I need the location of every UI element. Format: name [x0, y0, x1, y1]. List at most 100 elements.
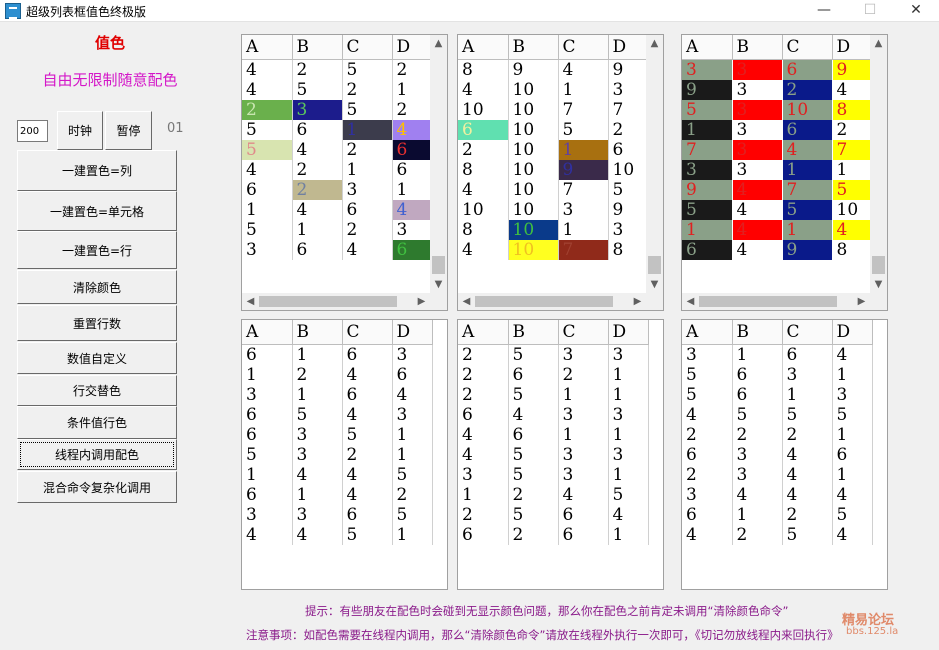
- column-header[interactable]: C: [558, 320, 609, 345]
- scroll-up-icon[interactable]: ▲: [646, 35, 663, 52]
- table-row[interactable]: 4254: [682, 525, 873, 545]
- scroll-down-icon[interactable]: ▼: [430, 276, 447, 293]
- column-header[interactable]: B: [292, 320, 343, 345]
- table-row[interactable]: 8949: [458, 59, 649, 80]
- table-row[interactable]: 4533: [458, 445, 649, 465]
- list-grid-2[interactable]: A B C D 8 9 4 9 4 10 1 3 10 10 7 7 6 10 5 2 2 10 1 6 8 10 9 10 4 10 7 5…: [457, 34, 664, 311]
- table-row[interactable]: 5613: [682, 385, 873, 405]
- scroll-left-icon[interactable]: ◀: [242, 293, 259, 310]
- table-row[interactable]: 5426: [242, 140, 433, 160]
- table-row[interactable]: 5321: [242, 445, 433, 465]
- list-grid-6[interactable]: ABCD316456315613455522216346234134446125…: [681, 319, 888, 590]
- table-row[interactable]: 2511: [458, 385, 649, 405]
- table-row[interactable]: 6163: [242, 344, 433, 365]
- table-row[interactable]: 3365: [242, 505, 433, 525]
- thread-color-button[interactable]: 线程内调用配色: [17, 439, 177, 470]
- horizontal-scroll-thumb[interactable]: [259, 296, 397, 307]
- horizontal-scrollbar[interactable]: ◀ ▶: [242, 293, 430, 310]
- table-row[interactable]: 4 10 7 5: [458, 180, 649, 200]
- column-header[interactable]: C: [342, 35, 393, 60]
- table-row[interactable]: 2221: [682, 425, 873, 445]
- table-row[interactable]: 4252: [242, 59, 433, 80]
- scroll-right-icon[interactable]: ▶: [629, 293, 646, 310]
- table-row[interactable]: 3164: [682, 344, 873, 365]
- table-row[interactable]: 5614: [242, 120, 433, 140]
- column-header[interactable]: A: [242, 320, 293, 345]
- column-header[interactable]: B: [732, 35, 783, 60]
- table-row[interactable]: 6543: [242, 405, 433, 425]
- list-grid-4[interactable]: ABCD616312463164654363515321144561423365…: [241, 319, 448, 590]
- table-row[interactable]: 4216: [242, 160, 433, 180]
- vertical-scroll-thumb[interactable]: [648, 256, 661, 274]
- mixed-command-button[interactable]: 混合命令复杂化调用: [17, 471, 177, 503]
- minimize-button[interactable]: —: [801, 0, 847, 22]
- column-header[interactable]: D: [392, 320, 433, 345]
- column-header[interactable]: D: [608, 320, 649, 345]
- list-grid-1[interactable]: ABCD425245212352561454264216623114645123…: [241, 34, 448, 311]
- table-row[interactable]: 3164: [242, 385, 433, 405]
- column-header[interactable]: D: [832, 320, 873, 345]
- table-row[interactable]: 6498: [682, 240, 873, 260]
- vertical-scrollbar[interactable]: ▲ ▼: [430, 35, 447, 293]
- pause-button[interactable]: 暂停: [105, 111, 152, 150]
- column-header[interactable]: A: [682, 320, 733, 345]
- scroll-left-icon[interactable]: ◀: [458, 293, 475, 310]
- table-row[interactable]: 6 10 5 2: [458, 120, 649, 140]
- scroll-right-icon[interactable]: ▶: [853, 293, 870, 310]
- table-row[interactable]: 7347: [682, 140, 873, 160]
- horizontal-scrollbar[interactable]: ◀ ▶: [682, 293, 870, 310]
- table-row[interactable]: 6433: [458, 405, 649, 425]
- table-row[interactable]: 5631: [682, 365, 873, 385]
- column-header[interactable]: B: [508, 35, 559, 60]
- table-row[interactable]: 2621: [458, 365, 649, 385]
- maximize-button[interactable]: ☐: [847, 0, 893, 22]
- table-row[interactable]: 3531: [458, 465, 649, 485]
- table-row[interactable]: 5123: [242, 220, 433, 240]
- column-header[interactable]: A: [458, 35, 509, 60]
- table-row[interactable]: 6261: [458, 525, 649, 545]
- table-row[interactable]: 5 4 5 10: [682, 200, 873, 220]
- interval-input[interactable]: [17, 120, 48, 142]
- column-header[interactable]: B: [508, 320, 559, 345]
- close-button[interactable]: ✕: [893, 0, 939, 22]
- table-row[interactable]: 3646: [242, 240, 433, 260]
- list-grid-3[interactable]: A B C D 3 3 6 9 9 3 2 4 5 3 10 8 1 3 6 2 7 3 4 7 3 3 1 1 9 4 7 5 5 4 5 10 1 4…: [681, 34, 888, 311]
- column-header[interactable]: A: [682, 35, 733, 60]
- scroll-right-icon[interactable]: ▶: [413, 293, 430, 310]
- table-row[interactable]: 2 10 1 6: [458, 140, 649, 160]
- clear-color-button[interactable]: 清除颜色: [17, 270, 177, 304]
- table-row[interactable]: 10 10 7 7: [458, 100, 649, 120]
- table-row[interactable]: 3311: [682, 160, 873, 180]
- vertical-scroll-thumb[interactable]: [872, 256, 885, 274]
- vertical-scrollbar[interactable]: ▲ ▼: [646, 35, 663, 293]
- table-row[interactable]: 4521: [242, 80, 433, 100]
- horizontal-scroll-thumb[interactable]: [699, 296, 837, 307]
- table-row[interactable]: 6351: [242, 425, 433, 445]
- table-row[interactable]: 6125: [682, 505, 873, 525]
- table-row[interactable]: 6142: [242, 485, 433, 505]
- scroll-down-icon[interactable]: ▼: [870, 276, 887, 293]
- alternate-row-color-button[interactable]: 行交替色: [17, 375, 177, 406]
- reset-rows-button[interactable]: 重置行数: [17, 305, 177, 341]
- column-header[interactable]: A: [458, 320, 509, 345]
- column-header[interactable]: C: [782, 35, 833, 60]
- table-row[interactable]: 2352: [242, 100, 433, 120]
- column-header[interactable]: A: [242, 35, 293, 60]
- horizontal-scroll-thumb[interactable]: [475, 296, 613, 307]
- table-row[interactable]: 2341: [682, 465, 873, 485]
- set-color-column-button[interactable]: 一建置色=列: [17, 150, 177, 191]
- table-row[interactable]: 9475: [682, 180, 873, 200]
- table-row[interactable]: 6231: [242, 180, 433, 200]
- custom-values-button[interactable]: 数值自定义: [17, 342, 177, 374]
- scroll-up-icon[interactable]: ▲: [870, 35, 887, 52]
- table-row[interactable]: 1362: [682, 120, 873, 140]
- conditional-row-color-button[interactable]: 条件值行色: [17, 406, 177, 439]
- table-row[interactable]: 4611: [458, 425, 649, 445]
- column-header[interactable]: C: [558, 35, 609, 60]
- table-row[interactable]: 1245: [458, 485, 649, 505]
- column-header[interactable]: B: [292, 35, 343, 60]
- table-row[interactable]: 3369: [682, 59, 873, 80]
- table-row[interactable]: 4555: [682, 405, 873, 425]
- table-row[interactable]: 8 10 9 10: [458, 160, 649, 180]
- horizontal-scrollbar[interactable]: ◀ ▶: [458, 293, 646, 310]
